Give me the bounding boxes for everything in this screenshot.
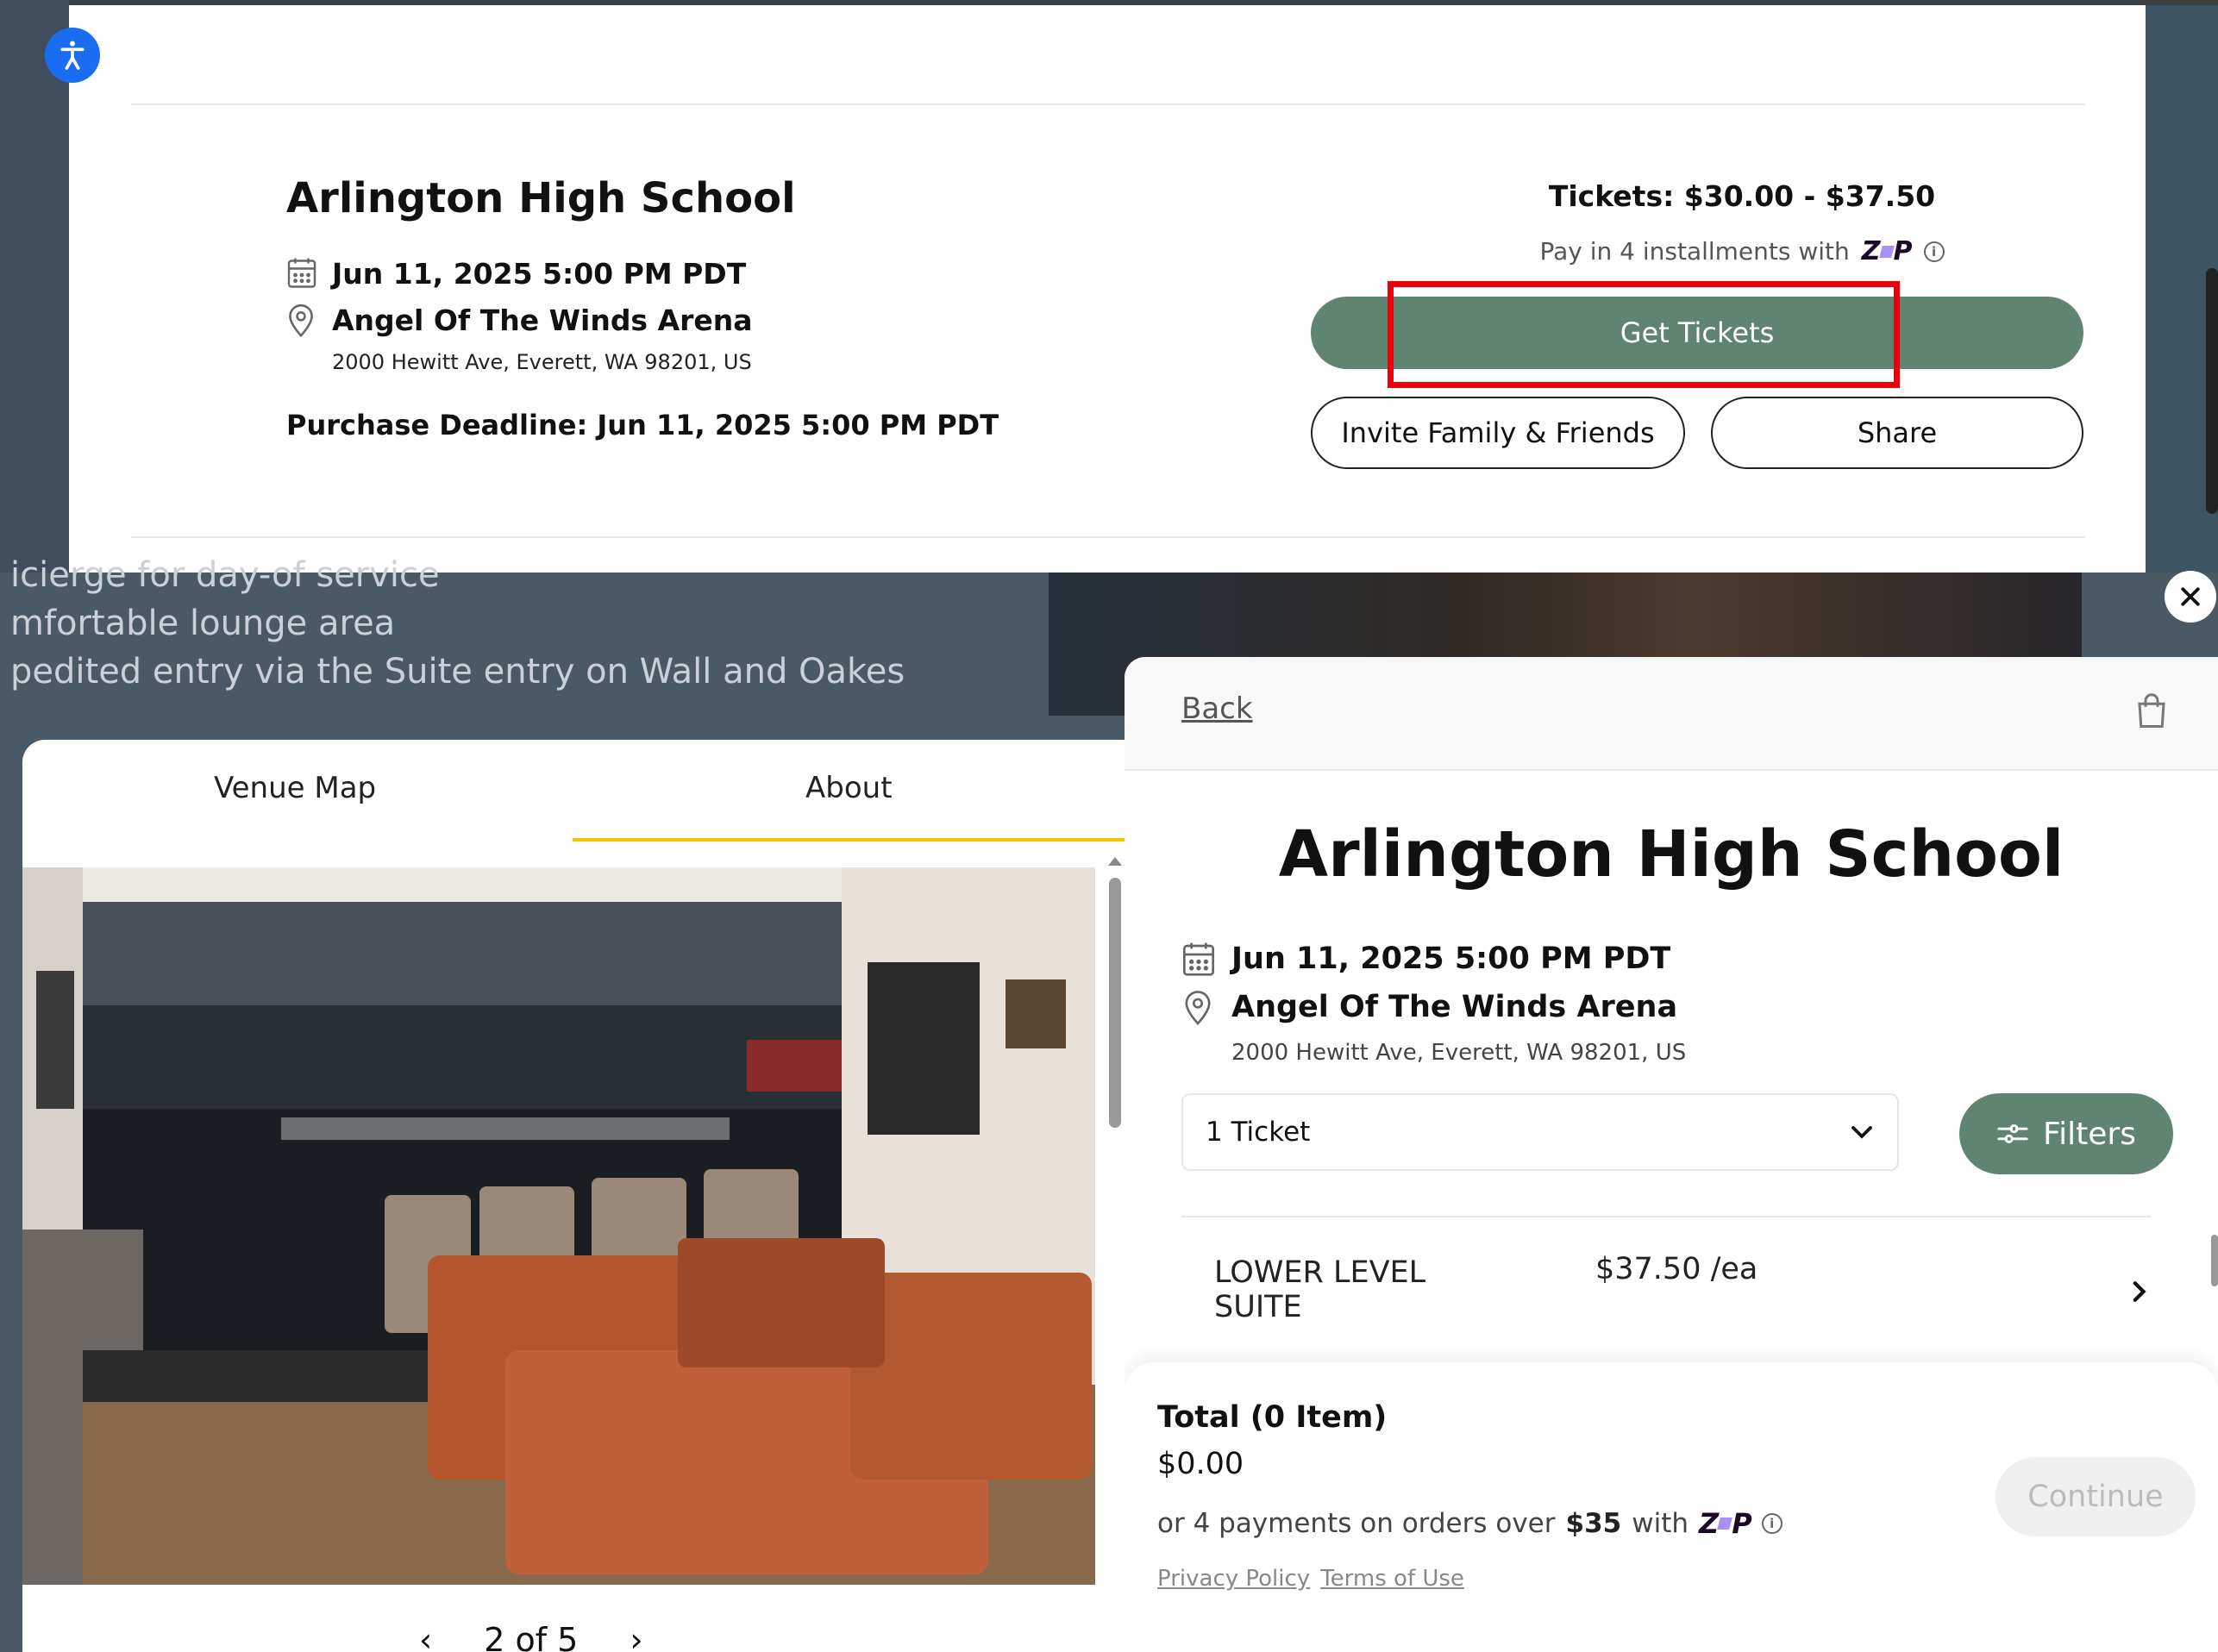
tickets-event-address: 2000 Hewitt Ave, Everett, WA 98201, US <box>1231 1040 1687 1066</box>
installments-text: Pay in 4 installments with <box>1539 237 1850 266</box>
tab-about[interactable]: About <box>805 771 893 805</box>
chevron-left-icon[interactable]: ‹ <box>419 1621 432 1652</box>
ticket-quantity-select[interactable]: 1 Ticket <box>1181 1093 1899 1171</box>
info-icon[interactable]: i <box>1923 241 1945 262</box>
event-title: Arlington High School <box>286 174 796 222</box>
pay-note-text: with <box>1632 1508 1689 1539</box>
section-price: $37.50 /ea <box>1595 1252 1758 1286</box>
pay-note-text: or 4 payments on orders over <box>1157 1508 1556 1539</box>
tickets-scrollbar[interactable] <box>2209 1209 2218 1364</box>
photo-scrollbar[interactable] <box>1104 852 1126 1652</box>
event-venue: Angel Of The Winds Arena <box>332 303 753 337</box>
cart-icon <box>2138 693 2165 728</box>
total-value: $0.00 <box>1157 1447 1244 1481</box>
tickets-event-date: Jun 11, 2025 5:00 PM PDT <box>1231 942 1671 976</box>
section-name[interactable]: LOWER LEVEL SUITE <box>1214 1255 1473 1324</box>
event-date: Jun 11, 2025 5:00 PM PDT <box>332 257 747 291</box>
amenity-text: icierge for day-of service <box>10 555 440 595</box>
chevron-down-icon <box>1851 1126 1872 1139</box>
pay-note-amount: $35 <box>1565 1508 1622 1539</box>
scrollbar-thumb[interactable] <box>1109 878 1121 1128</box>
event-address: 2000 Hewitt Ave, Everett, WA 98201, US <box>332 350 752 374</box>
filters-button[interactable]: Filters <box>1959 1093 2173 1174</box>
accessibility-icon <box>60 41 85 70</box>
suite-photo <box>22 867 1095 1585</box>
location-pin-icon <box>286 302 316 338</box>
tickets-panel-header: Back <box>1125 657 2218 771</box>
zip-logo: ZP <box>1861 236 1913 266</box>
tickets-panel: Back Arlington High School Jun 11, 2025 … <box>1125 657 2218 1652</box>
amenity-text: pedited entry via the Suite entry on Wal… <box>10 652 905 691</box>
active-tab-indicator <box>573 838 1126 842</box>
backdrop-left <box>0 0 69 573</box>
divider <box>131 536 2085 538</box>
calendar-icon <box>1181 940 1216 978</box>
page-scrollbar[interactable] <box>2206 268 2218 514</box>
info-icon[interactable]: i <box>1761 1513 1783 1534</box>
terms-of-use-link[interactable]: Terms of Use <box>1320 1566 1464 1592</box>
ticket-price-range: Tickets: $30.00 - $37.50 <box>1548 179 1936 213</box>
tickets-event-title: Arlington High School <box>1278 817 2064 892</box>
venue-panel: Venue Map About ‹ 2 of 5 › <box>22 740 1126 1652</box>
tab-venue-map[interactable]: Venue Map <box>214 771 376 805</box>
filter-icon <box>1997 1124 2028 1143</box>
close-icon <box>2181 587 2200 606</box>
photo-pager: ‹ 2 of 5 › <box>419 1621 643 1652</box>
close-button[interactable] <box>2165 571 2216 623</box>
purchase-deadline: Purchase Deadline: Jun 11, 2025 5:00 PM … <box>286 409 999 441</box>
chevron-right-icon[interactable]: › <box>630 1621 642 1652</box>
invite-friends-button[interactable]: Invite Family & Friends <box>1311 397 1685 469</box>
installments-note: Pay in 4 installments with ZP i <box>1311 236 2173 266</box>
share-button[interactable]: Share <box>1711 397 2083 469</box>
divider <box>1181 1216 2151 1217</box>
total-label: Total (0 Item) <box>1157 1400 1388 1435</box>
divider <box>131 103 2085 105</box>
back-link[interactable]: Back <box>1181 691 1253 726</box>
filters-label: Filters <box>2043 1116 2136 1152</box>
zip-logo: ZP <box>1699 1507 1752 1540</box>
backdrop-right <box>2146 5 2218 573</box>
tickets-event-venue: Angel Of The Winds Arena <box>1231 990 1678 1024</box>
continue-button[interactable]: Continue <box>1996 1457 2196 1536</box>
highlight-annotation <box>1388 281 1900 388</box>
cart-button[interactable] <box>2133 691 2170 735</box>
privacy-policy-link[interactable]: Privacy Policy <box>1157 1566 1310 1592</box>
legal-links: Privacy Policy Terms of Use <box>1157 1566 1464 1592</box>
ticket-quantity-value: 1 Ticket <box>1206 1117 1311 1148</box>
chevron-right-icon[interactable] <box>2130 1280 2147 1307</box>
calendar-icon <box>286 255 317 290</box>
location-pin-icon <box>1181 988 1214 1026</box>
checkout-footer: Total (0 Item) $0.00 or 4 payments on or… <box>1125 1362 2218 1652</box>
accessibility-button[interactable] <box>45 28 100 83</box>
pager-count: 2 of 5 <box>484 1621 579 1652</box>
amenity-text: mfortable lounge area <box>10 604 396 643</box>
zip-payment-note: or 4 payments on orders over $35 with ZP… <box>1157 1507 1783 1540</box>
